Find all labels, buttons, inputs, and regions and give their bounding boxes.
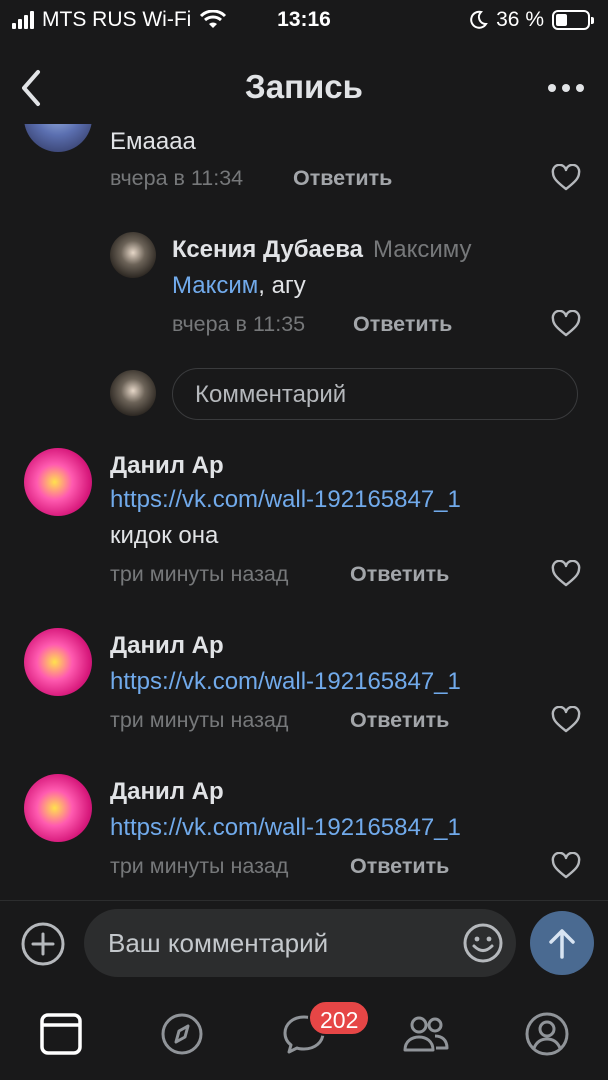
arrow-up-icon [549, 929, 575, 959]
comment-link[interactable]: https://vk.com/wall-192165847_1 [110, 814, 461, 842]
comment-link[interactable]: https://vk.com/wall-192165847_1 [110, 668, 461, 696]
reply-comment-placeholder: Комментарий [195, 381, 347, 408]
battery-percent: 36 % [496, 8, 544, 31]
comment-text: Емаааа [110, 128, 196, 155]
comment-time: три минуты назад [110, 562, 289, 586]
comment-input-bar: Ваш комментарий [0, 900, 608, 986]
reply-button[interactable]: Ответить [353, 312, 452, 337]
status-bar: MTS RUS Wi-Fi 13:16 36 % [0, 0, 608, 40]
mention-link[interactable]: Максим [172, 272, 258, 299]
comment-author[interactable]: Данил Ар [110, 778, 224, 806]
avatar [110, 370, 156, 416]
heart-icon[interactable] [551, 706, 581, 734]
more-dots-icon[interactable] [546, 76, 586, 100]
moon-icon [470, 10, 488, 29]
comment-input-placeholder: Ваш комментарий [108, 928, 329, 958]
avatar[interactable] [24, 774, 92, 842]
comment-time: три минуты назад [110, 854, 289, 878]
comments-list: Емаааа вчера в 11:34 Ответить Ксения Дуб… [0, 124, 608, 900]
friends-icon[interactable] [402, 1010, 450, 1058]
comment-time: вчера в 11:34 [110, 166, 244, 190]
comment-input[interactable]: Ваш комментарий [84, 909, 516, 977]
avatar[interactable] [24, 628, 92, 696]
comment-text: , агу [258, 272, 306, 299]
tab-bar [0, 986, 608, 1080]
heart-icon[interactable] [551, 560, 581, 588]
reply-button[interactable]: Ответить [350, 562, 449, 587]
comment-time: вчера в 11:35 [172, 312, 306, 336]
profile-icon[interactable] [523, 1010, 571, 1058]
reply-addressee: Максиму [373, 236, 472, 263]
send-button[interactable] [530, 911, 594, 975]
comment-text: кидок она [110, 522, 219, 549]
navigation-bar: Запись [0, 52, 608, 124]
avatar[interactable] [24, 448, 92, 516]
comment-time: три минуты назад [110, 708, 289, 732]
comment-author[interactable]: Данил Ар [110, 632, 224, 660]
page-title: Запись [245, 68, 363, 105]
reply-button[interactable]: Ответить [350, 708, 449, 733]
comment-author[interactable]: Ксения Дубаева [172, 236, 363, 263]
feed-icon[interactable] [37, 1010, 85, 1058]
plus-circle-icon[interactable] [20, 921, 66, 967]
reply-button[interactable]: Ответить [293, 166, 392, 191]
battery-icon [552, 10, 594, 30]
heart-icon[interactable] [551, 164, 581, 192]
smile-icon[interactable] [462, 922, 504, 964]
reply-comment-input[interactable]: Комментарий [172, 368, 578, 420]
avatar[interactable] [24, 124, 92, 152]
reply-button[interactable]: Ответить [350, 854, 449, 879]
heart-icon[interactable] [551, 852, 581, 880]
heart-icon[interactable] [551, 310, 581, 338]
avatar[interactable] [110, 232, 156, 278]
comment-link[interactable]: https://vk.com/wall-192165847_1 [110, 486, 461, 514]
comment-author[interactable]: Данил Ар [110, 452, 224, 480]
explore-compass-icon[interactable] [158, 1010, 206, 1058]
messages-badge: 202 [308, 1000, 371, 1036]
